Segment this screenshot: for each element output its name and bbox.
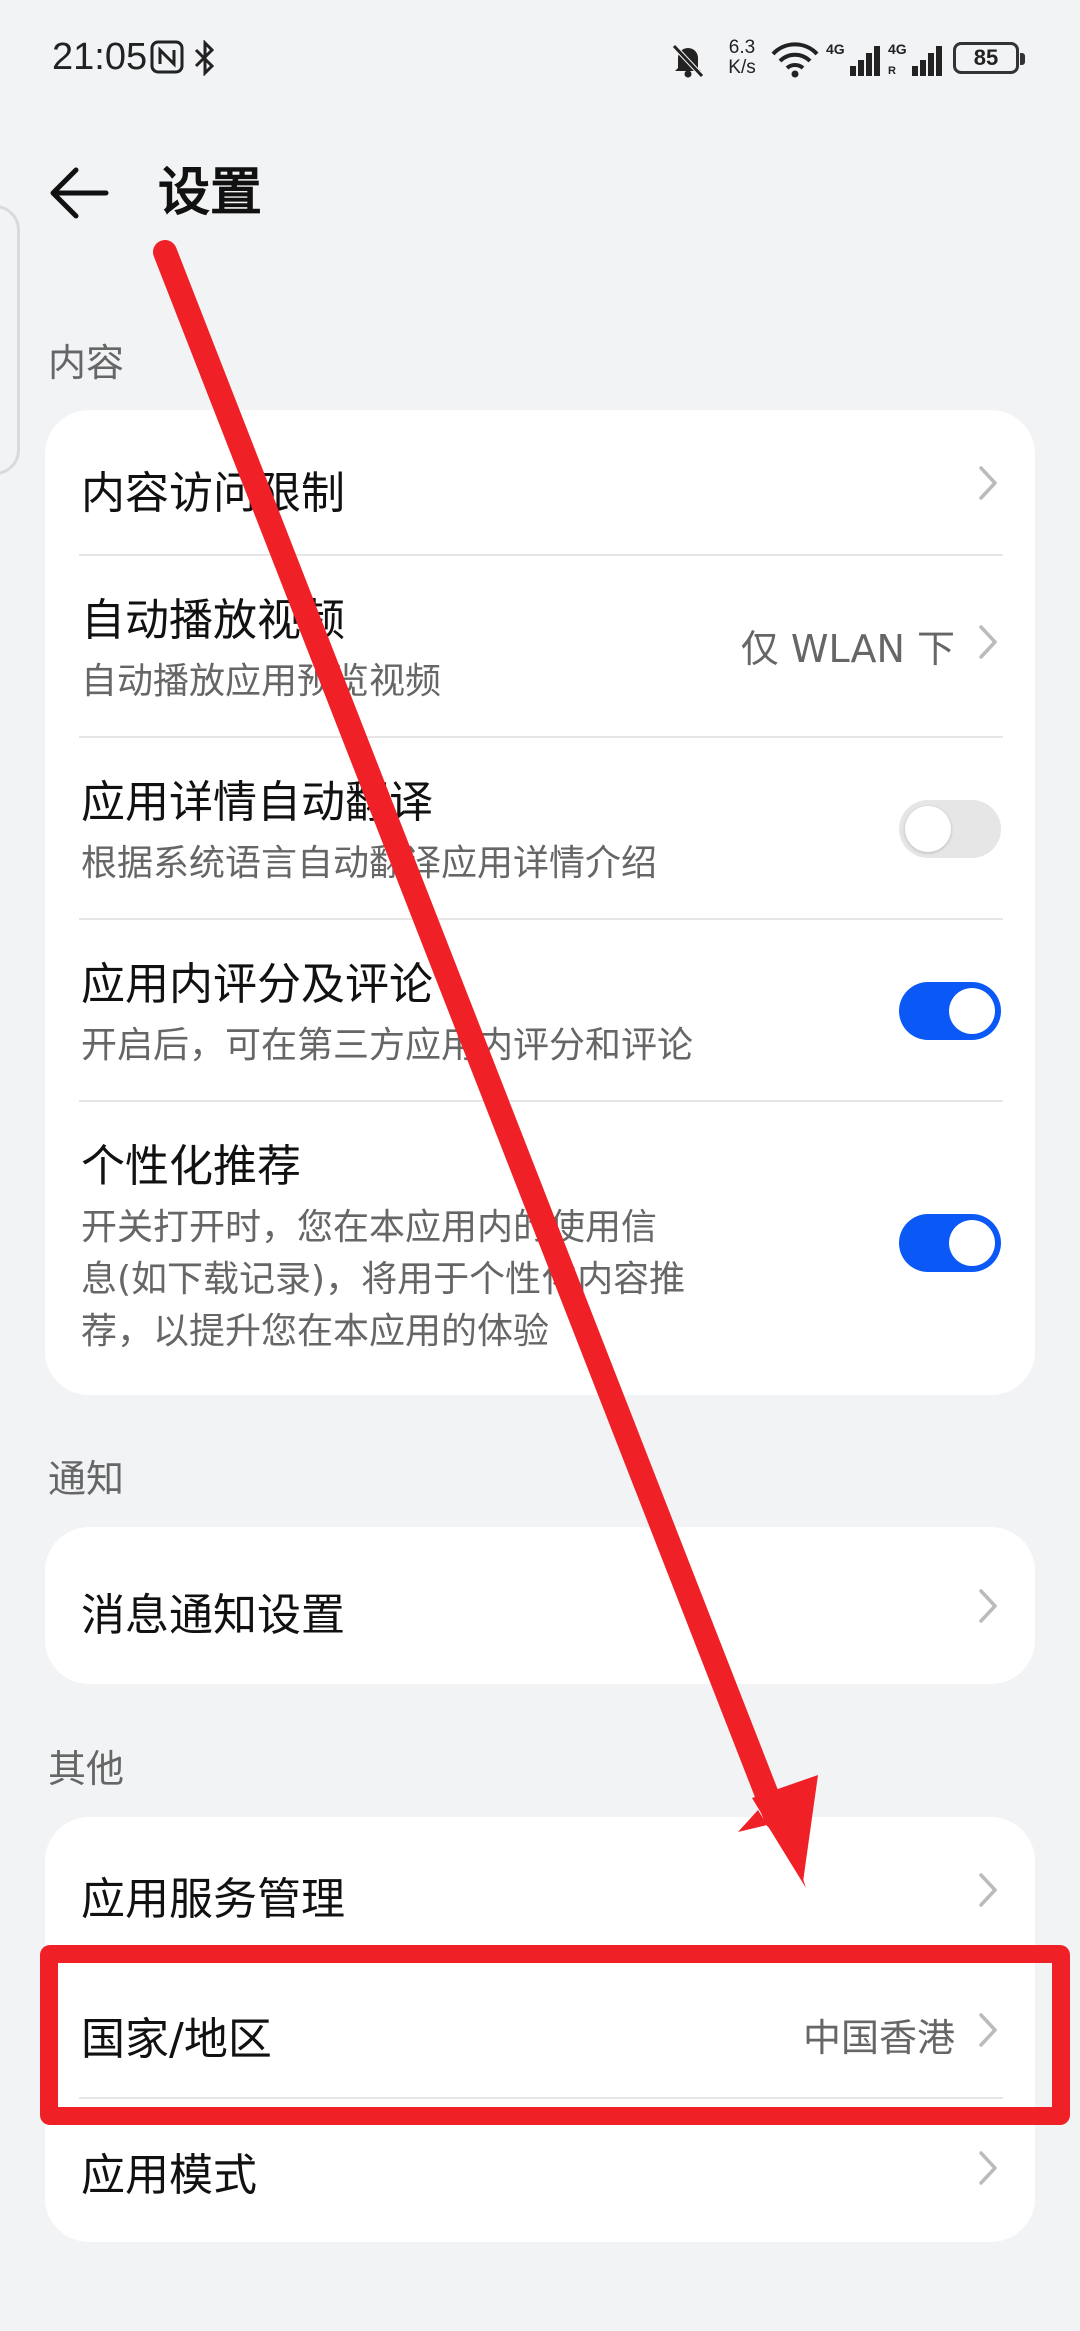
- network-speed: 6.3 K/s: [716, 38, 768, 78]
- back-arrow-icon[interactable]: [46, 160, 112, 226]
- row-label: 自动播放视频: [81, 595, 345, 646]
- row-subtitle: 根据系统语言自动翻译应用详情介绍: [81, 843, 658, 884]
- row-label: 消息通知设置: [81, 1590, 345, 1641]
- row-label: 应用模式: [81, 2150, 257, 2201]
- chevron-right-icon: [979, 1873, 997, 1907]
- chevron-right-icon: [979, 466, 997, 500]
- row-label: 应用详情自动翻译: [81, 777, 433, 828]
- row-label: 应用内评分及评论: [81, 959, 433, 1010]
- chevron-right-icon: [979, 1589, 997, 1623]
- section-title-other: 其他: [48, 1747, 125, 1791]
- auto-translate-row: 应用详情自动翻译 根据系统语言自动翻译应用详情介绍: [45, 738, 1035, 918]
- svg-text:R: R: [888, 65, 896, 77]
- message-notification-row[interactable]: 消息通知设置: [45, 1527, 1035, 1684]
- toggle-knob: [905, 806, 951, 852]
- row-subtitle: 开启后，可在第三方应用内评分和评论: [81, 1025, 694, 1066]
- personalized-recommendation-row: 个性化推荐 开关打开时，您在本应用内的使用信 息(如下载记录)，将用于个性化内容…: [45, 1102, 1035, 1392]
- svg-text:4G: 4G: [888, 41, 907, 57]
- signal-4g-roaming-icon: 4G R: [888, 41, 942, 77]
- edge-handle[interactable]: [0, 205, 20, 475]
- chevron-right-icon: [979, 2151, 997, 2185]
- chevron-right-icon: [979, 625, 997, 659]
- svg-text:4G: 4G: [826, 41, 845, 57]
- toggle-knob: [949, 1220, 995, 1266]
- personalized-recommendation-toggle[interactable]: [899, 1214, 1001, 1272]
- nfc-icon: [150, 40, 184, 74]
- status-time: 21:05: [52, 36, 148, 78]
- content-settings-card: 内容访问限制 自动播放视频 自动播放应用预览视频 仅 WLAN 下 应用详情自动…: [45, 410, 1035, 1395]
- bell-muted-icon: [672, 44, 704, 78]
- in-app-rating-row: 应用内评分及评论 开启后，可在第三方应用内评分和评论: [45, 920, 1035, 1100]
- auto-translate-toggle[interactable]: [899, 800, 1001, 858]
- autoplay-value: 仅 WLAN 下: [740, 627, 955, 671]
- autoplay-video-row[interactable]: 自动播放视频 自动播放应用预览视频 仅 WLAN 下: [45, 556, 1035, 736]
- notification-settings-card: 消息通知设置: [45, 1527, 1035, 1684]
- section-title-content: 内容: [48, 341, 125, 385]
- status-bar: 21:05 6.3 K/s 4G 4G R 85: [0, 0, 1080, 120]
- wifi-icon: [771, 42, 819, 78]
- row-subtitle: 自动播放应用预览视频: [81, 661, 442, 702]
- row-label: 个性化推荐: [81, 1141, 301, 1192]
- page-title: 设置: [158, 163, 263, 223]
- signal-4g-icon: 4G: [826, 41, 880, 76]
- network-speed-unit: K/s: [728, 57, 756, 78]
- app-service-management-row[interactable]: 应用服务管理: [45, 1817, 1035, 1957]
- row-label: 应用服务管理: [81, 1874, 345, 1925]
- battery-indicator: 85: [953, 42, 1025, 74]
- highlight-box-annotation: [40, 1945, 1070, 2125]
- content-access-restriction-row[interactable]: 内容访问限制: [45, 410, 1035, 555]
- network-speed-value: 6.3: [728, 37, 756, 58]
- bluetooth-icon: [194, 40, 215, 76]
- toggle-knob: [949, 988, 995, 1034]
- row-subtitle-line: 荐，以提升您在本应用的体验: [81, 1311, 550, 1352]
- section-title-notification: 通知: [48, 1457, 125, 1501]
- in-app-rating-toggle[interactable]: [899, 982, 1001, 1040]
- row-label: 内容访问限制: [81, 468, 345, 519]
- row-subtitle-line: 息(如下载记录)，将用于个性化内容推: [81, 1259, 686, 1300]
- row-subtitle-line: 开关打开时，您在本应用内的使用信: [81, 1207, 658, 1248]
